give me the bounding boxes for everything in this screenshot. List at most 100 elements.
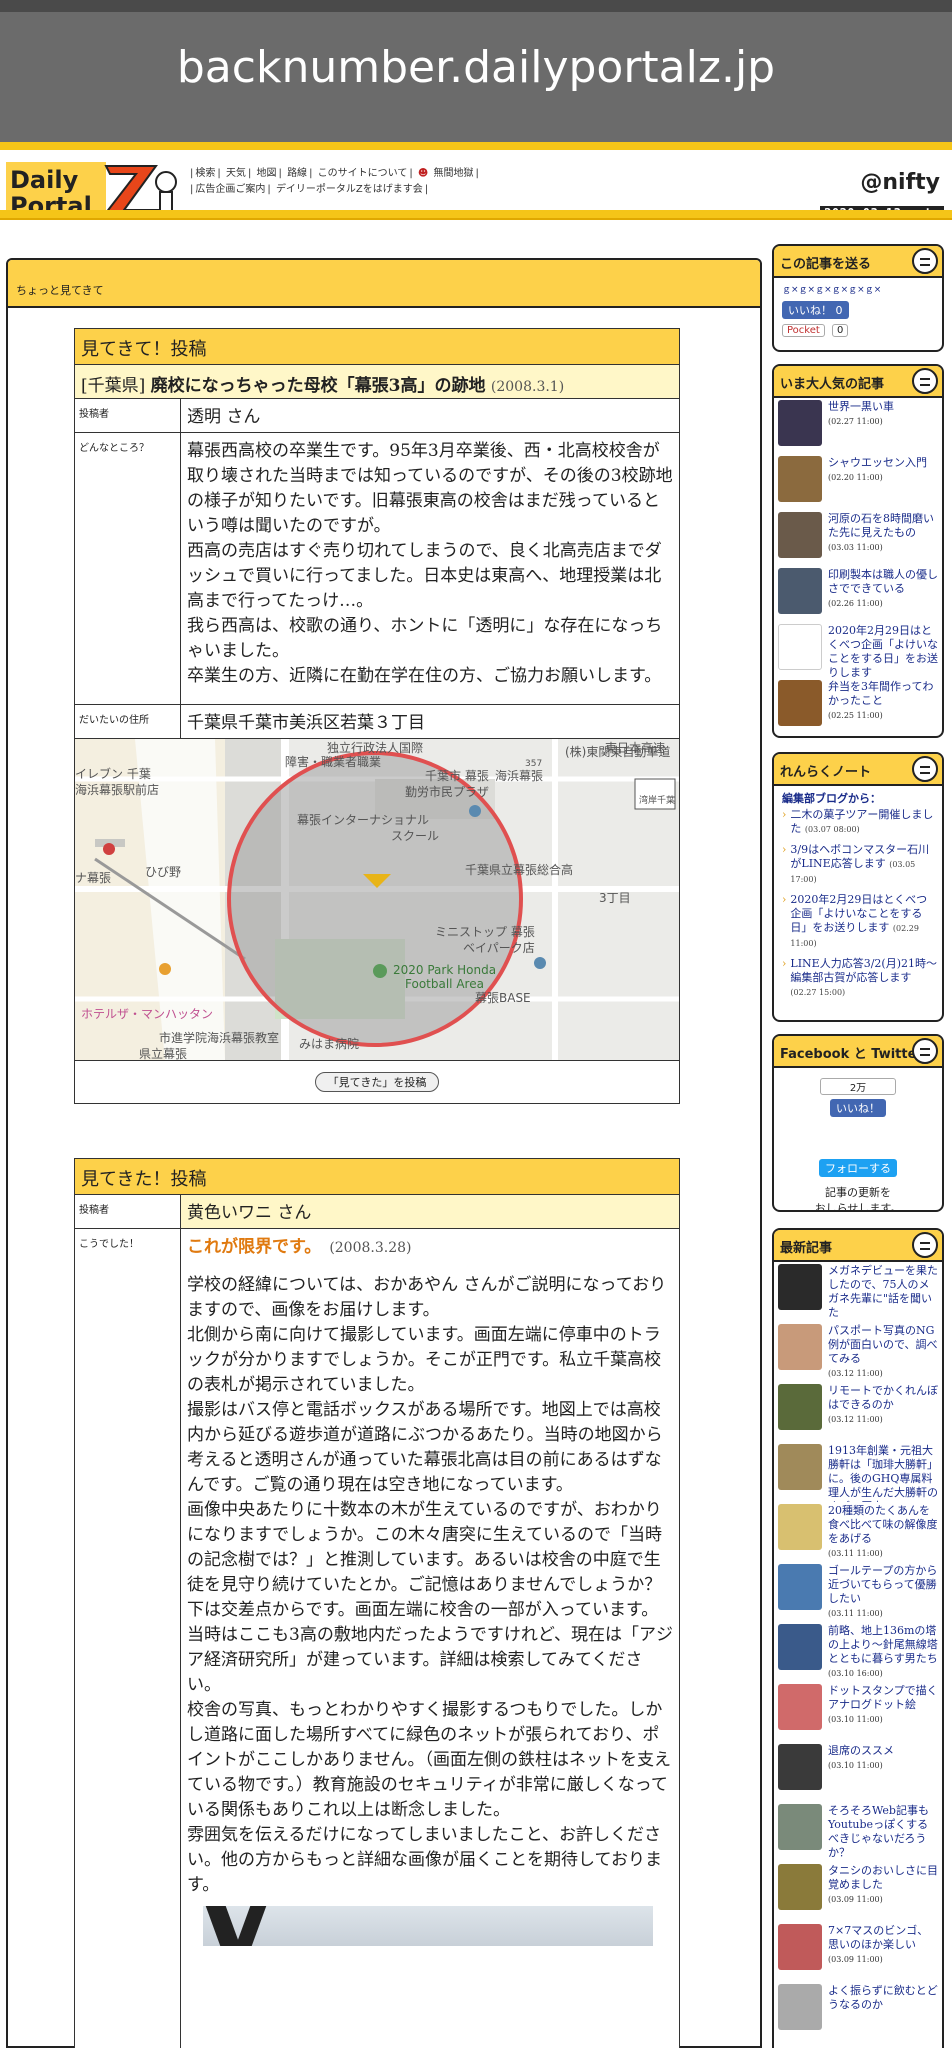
article-date: (02.20 11:00) — [828, 473, 883, 482]
article-title[interactable]: リモートでかくれんぼはできるのか — [828, 1384, 938, 1412]
article-item[interactable]: 2020年2月29日はとくべつ企画「よけいなことをする日」をお送りします(02.… — [774, 622, 942, 678]
article-thumbnail[interactable] — [778, 624, 822, 670]
article-title[interactable]: 前略、地上136mの塔の上より〜針尾無線塔とともに暮らす男たち — [828, 1624, 938, 1666]
note-item[interactable]: › 二木の菓子ツアー開催しました (03.07 08:00) — [774, 806, 942, 841]
article-item[interactable]: シャウエッセン入門 (02.20 11:00) — [774, 454, 942, 510]
poster-row: 投稿者 透明 さん — [75, 399, 679, 433]
share-icons[interactable]: ｇ×ｇ×ｇ×ｇ×ｇ×ｇ× — [774, 278, 942, 299]
where-paragraph: 我ら西高は、校歌の通り、ホントに「透明に」な存在になっちゃいました。 — [187, 616, 663, 661]
facebook-like-button[interactable]: いいね！ 0 — [782, 301, 849, 319]
article-thumbnail[interactable] — [778, 1804, 822, 1850]
article-thumbnail[interactable] — [778, 1264, 822, 1310]
article-item[interactable]: 前略、地上136mの塔の上より〜針尾無線塔とともに暮らす男たち (03.10 16… — [774, 1622, 942, 1682]
article-item[interactable]: ドットスタンプで描くアナログドット絵 (03.10 11:00) — [774, 1682, 942, 1742]
notebook-icon — [912, 756, 938, 782]
article-item[interactable]: そろそろWeb記事もYoutubeっぽくするべきじゃないだろうか？(03.09 … — [774, 1802, 942, 1862]
map-label: 幕張BASE — [475, 991, 531, 1005]
article-title[interactable]: ドットスタンプで描くアナログドット絵 — [828, 1684, 938, 1712]
map-label: Football Area — [405, 977, 484, 991]
browser-url-bar[interactable]: backnumber.dailyportalz.jp — [0, 0, 952, 142]
article-item[interactable]: 7×7マスのビンゴ、思いのほか楽しい (03.09 11:00) — [774, 1922, 942, 1982]
nav-infinite-hell[interactable]: 無間地獄 — [434, 168, 474, 179]
article-item[interactable]: 弁当を3年間作ってわかったこと (02.25 11:00) — [774, 678, 942, 734]
popular-list: 世界一黒い車 (02.27 11:00) シャウエッセン入門 (02.20 11:00… — [774, 398, 942, 734]
article-thumbnail[interactable] — [778, 456, 822, 502]
pocket-button[interactable]: Pocket — [782, 324, 825, 337]
address-text: 千葉県千葉市美浜区若葉３丁目 — [187, 713, 425, 733]
article-title[interactable]: 20種類のたくあんを食べ比べて味の解像度をあげる — [828, 1504, 938, 1546]
article-title[interactable]: タニシのおいしさに目覚めました — [828, 1864, 938, 1892]
article-title[interactable]: 7×7マスのビンゴ、思いのほか楽しい — [828, 1924, 938, 1952]
note-title[interactable]: LINE人力応答3/2(月)21時〜編集部古賀が応答します — [790, 957, 937, 984]
article-thumbnail[interactable] — [778, 512, 822, 558]
result-date: (2008.3.28) — [329, 1240, 412, 1256]
article-thumbnail[interactable] — [778, 1444, 822, 1490]
article-title[interactable]: よく振らずに飲むとどうなるのか — [828, 1984, 938, 2012]
article-thumbnail[interactable] — [778, 1744, 822, 1790]
nav-ad-info[interactable]: 広告企画ご案内 — [195, 184, 265, 195]
article-title[interactable]: 退席のススメ — [828, 1744, 894, 1758]
article-thumbnail[interactable] — [778, 568, 822, 614]
article-item[interactable]: 印刷製本は職人の優しさでできている (02.26 11:00) — [774, 566, 942, 622]
article-item[interactable]: よく振らずに飲むとどうなるのか — [774, 1982, 942, 2042]
article-thumbnail[interactable] — [778, 1684, 822, 1730]
article-title[interactable]: シャウエッセン入門 — [828, 456, 927, 470]
article-title[interactable]: パスポート写真のNG例が面白いので、調べてみる — [828, 1324, 938, 1366]
article-text: メガネデビューを果たしたので、75人のメガネ先輩に"話を聞いた(03.12 16… — [828, 1264, 938, 1320]
article-text: 前略、地上136mの塔の上より〜針尾無線塔とともに暮らす男たち (03.10 16… — [828, 1624, 938, 1680]
article-thumbnail[interactable] — [778, 1564, 822, 1610]
article-item[interactable]: リモートでかくれんぼはできるのか (03.12 11:00) — [774, 1382, 942, 1442]
article-item[interactable]: パスポート写真のNG例が面白いので、調べてみる (03.12 11:00) — [774, 1322, 942, 1382]
nav-about[interactable]: このサイトについて — [318, 168, 408, 179]
article-title[interactable]: 世界一黒い車 — [828, 400, 894, 414]
article-thumbnail[interactable] — [778, 1864, 822, 1910]
note-item[interactable]: › 3/9はヘボコンマスター石川がLINE応答します (03.05 17:00) — [774, 841, 942, 891]
article-thumbnail[interactable] — [778, 680, 822, 726]
article-thumbnail[interactable] — [778, 1624, 822, 1670]
nav-support[interactable]: デイリーポータルZをはげます会 — [276, 184, 423, 195]
article-title[interactable]: 弁当を3年間作ってわかったこと — [828, 680, 938, 708]
nav-search[interactable]: 検索 — [195, 168, 215, 179]
map-label: 東日本高速 — [605, 741, 666, 755]
article-item[interactable]: 20種類のたくあんを食べ比べて味の解像度をあげる (03.11 11:00) — [774, 1502, 942, 1562]
article-item[interactable]: ゴールテープの方から近づいてもらって優勝したい (03.11 11:00) — [774, 1562, 942, 1622]
note-item[interactable]: › 2020年2月29日はとくべつ企画「よけいなことをする日」をお送りします (0… — [774, 891, 942, 955]
nav-route[interactable]: 路線 — [287, 168, 307, 179]
submit-report-button[interactable]: 「見てきた」を投稿 — [314, 1072, 440, 1092]
request-post-heading: 見てきて！投稿 — [75, 329, 679, 365]
article-thumbnail[interactable] — [778, 1924, 822, 1970]
twitter-follow-button[interactable]: フォローする — [819, 1159, 897, 1177]
article-item[interactable]: タニシのおいしさに目覚めました (03.09 11:00) — [774, 1862, 942, 1922]
article-thumbnail[interactable] — [778, 400, 822, 446]
where-paragraph: 幕張西高校の卒業生です。95年3月卒業後、西・北高校校舎が取り壊された当時までは… — [187, 441, 673, 536]
article-thumbnail[interactable] — [778, 1384, 822, 1430]
article-title[interactable]: メガネデビューを果たしたので、75人のメガネ先輩に"話を聞いた — [828, 1264, 938, 1320]
article-title[interactable]: 河原の石を8時間磨いた先に見えたもの — [828, 512, 938, 540]
report-post: 見てきた！投稿 投稿者 黄色いワニ さん こうでした！ これが限界です。 (200… — [74, 1158, 680, 2048]
article-title[interactable]: 印刷製本は職人の優しさでできている — [828, 568, 938, 596]
article-item[interactable]: 1913年創業・元祖大勝軒は「珈琲大勝軒」に。後のGHQ専属料理人が生んだ大勝軒… — [774, 1442, 942, 1502]
location-map[interactable]: 独立行政法人国際 障害・職業者職業 (株)東関東自動車道 イレブン 千葉 海浜幕… — [75, 739, 679, 1061]
article-date: (03.10 11:00) — [828, 1715, 883, 1724]
social-title: Facebook と Twitter — [774, 1036, 942, 1068]
result-paragraph: 北側から南に向けて撮影しています。画面左端に停車中のトラックが分かりますでしょう… — [187, 1325, 663, 1495]
article-thumbnail[interactable] — [778, 1984, 822, 2030]
nav-map[interactable]: 地図 — [257, 168, 277, 179]
article-title[interactable]: 2020年2月29日はとくべつ企画「よけいなことをする日」をお送りします — [828, 624, 938, 678]
article-item[interactable]: 河原の石を8時間磨いた先に見えたもの (03.03 11:00) — [774, 510, 942, 566]
article-item[interactable]: 世界一黒い車 (02.27 11:00) — [774, 398, 942, 454]
article-item[interactable]: 退席のススメ (03.10 11:00) — [774, 1742, 942, 1802]
note-item[interactable]: › LINE人力応答3/2(月)21時〜編集部古賀が応答します (02.27 15… — [774, 955, 942, 1004]
article-thumbnail[interactable] — [778, 1504, 822, 1550]
mascot-icon — [912, 1038, 938, 1064]
nav-weather[interactable]: 天気 — [226, 168, 246, 179]
article-title[interactable]: ゴールテープの方から近づいてもらって優勝したい — [828, 1564, 938, 1606]
facebook-page-like-button[interactable]: いいね！ — [830, 1099, 886, 1117]
note-list: › 二木の菓子ツアー開催しました (03.07 08:00) › 3/9はヘボコンマス… — [774, 806, 942, 1004]
article-thumbnail[interactable] — [778, 1324, 822, 1370]
url-text[interactable]: backnumber.dailyportalz.jp — [0, 42, 952, 93]
nifty-logo[interactable]: @nifty — [860, 170, 940, 195]
article-title[interactable]: そろそろWeb記事もYoutubeっぽくするべきじゃないだろうか？ — [828, 1804, 938, 1860]
article-item[interactable]: メガネデビューを果たしたので、75人のメガネ先輩に"話を聞いた(03.12 16… — [774, 1262, 942, 1322]
article-title[interactable]: 1913年創業・元祖大勝軒は「珈琲大勝軒」に。後のGHQ専属料理人が生んだ大勝軒… — [828, 1444, 938, 1502]
